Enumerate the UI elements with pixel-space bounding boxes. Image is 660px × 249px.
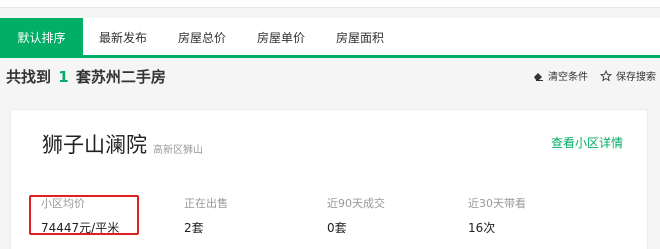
community-location: 高新区狮山 [153, 145, 203, 156]
sort-tabs: 默认排序 最新发布 房屋总价 房屋单价 房屋面积 [0, 18, 660, 58]
stat-on-sale: 正在出售 2套 [184, 195, 228, 236]
stat-label: 正在出售 [184, 197, 228, 210]
stat-label: 近30天带看 [468, 197, 526, 210]
result-count: 1 [58, 68, 69, 86]
result-summary: 共找到 1 套苏州二手房 [6, 66, 166, 87]
community-name[interactable]: 狮子山澜院 [42, 129, 147, 159]
eraser-icon [534, 72, 543, 81]
stat-30day-viewings: 近30天带看 16次 [468, 195, 526, 236]
tab-area[interactable]: 房屋面积 [326, 18, 394, 58]
stat-label: 近90天成交 [327, 197, 385, 210]
stat-value: 16次 [468, 221, 496, 235]
top-strip [0, 0, 660, 8]
clear-conditions-label: 清空条件 [548, 72, 588, 83]
community-detail-link[interactable]: 查看小区详情 [551, 134, 623, 151]
tab-latest[interactable]: 最新发布 [90, 18, 156, 58]
clear-conditions-button[interactable]: 清空条件 [532, 68, 588, 83]
tab-default-sort[interactable]: 默认排序 [0, 18, 83, 58]
tab-unit-price[interactable]: 房屋单价 [247, 18, 315, 58]
highlight-box [29, 195, 139, 235]
save-search-button[interactable]: 保存搜索 [600, 68, 656, 83]
save-search-label: 保存搜索 [616, 72, 656, 83]
community-card: 狮子山澜院 高新区狮山 查看小区详情 小区均价 74447元/平米 正在出售 2… [10, 109, 648, 249]
search-actions: 清空条件 保存搜索 [532, 68, 656, 83]
stat-value: 0套 [327, 221, 347, 235]
star-icon [600, 69, 612, 81]
tab-total-price[interactable]: 房屋总价 [168, 18, 236, 58]
stat-90day-deals: 近90天成交 0套 [327, 195, 385, 236]
stat-value: 2套 [184, 221, 204, 235]
summary-prefix: 共找到 [6, 68, 52, 86]
summary-suffix: 套苏州二手房 [75, 68, 166, 86]
